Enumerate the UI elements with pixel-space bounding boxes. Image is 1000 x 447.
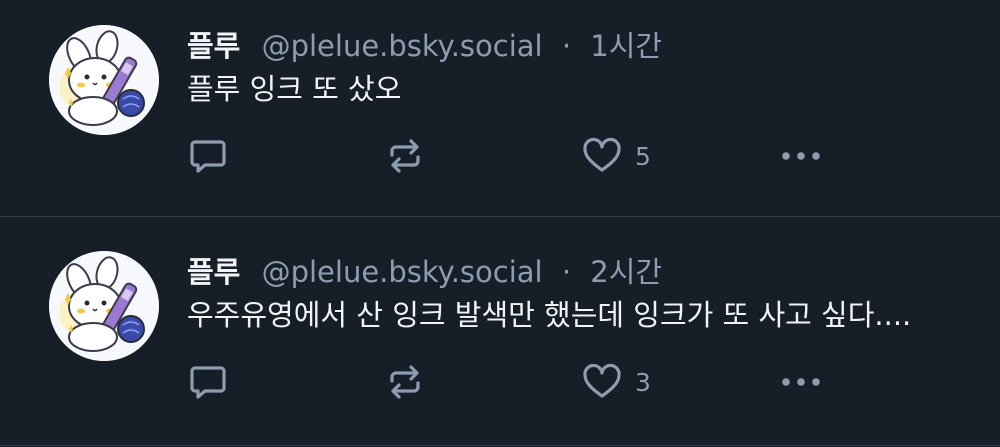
ellipsis-icon — [782, 152, 820, 160]
heart-outline-icon — [583, 137, 621, 172]
more-options-button[interactable] — [777, 133, 825, 179]
reply-button[interactable] — [187, 133, 229, 179]
bunny-avatar-icon — [49, 251, 159, 361]
separator: · — [561, 29, 572, 63]
ellipsis-icon — [782, 378, 820, 386]
avatar[interactable] — [49, 25, 159, 135]
post-actions: 3 — [187, 359, 847, 405]
repost-button[interactable] — [384, 133, 426, 179]
repost-button[interactable] — [384, 359, 426, 405]
like-button[interactable]: 5 — [581, 133, 651, 179]
timestamp[interactable]: 2시간 — [590, 255, 662, 289]
speech-bubble-icon — [190, 140, 226, 173]
like-count: 3 — [635, 367, 651, 397]
post-header: 플루 @plelue.bsky.social · 2시간 — [187, 252, 662, 292]
speech-bubble-icon — [190, 366, 226, 399]
heart-outline-icon — [583, 363, 621, 398]
post[interactable]: 플루 @plelue.bsky.social · 2시간 우주유영에서 산 잉크… — [0, 226, 1000, 442]
avatar[interactable] — [49, 251, 159, 361]
feed: 플루 @plelue.bsky.social · 1시간 플루 잉크 또 샀오 — [0, 0, 1000, 447]
reply-button[interactable] — [187, 359, 229, 405]
post-actions: 5 — [187, 133, 847, 179]
like-button[interactable]: 3 — [581, 359, 651, 405]
post-text: 우주유영에서 산 잉크 발색만 했는데 잉크가 또 사고 싶다.... — [187, 298, 912, 332]
display-name[interactable]: 플루 — [187, 255, 240, 289]
handle[interactable]: @plelue.bsky.social — [262, 255, 543, 289]
post-divider — [0, 216, 1000, 217]
more-options-button[interactable] — [777, 359, 825, 405]
timestamp[interactable]: 1시간 — [590, 29, 662, 63]
separator: · — [561, 255, 572, 289]
post-header: 플루 @plelue.bsky.social · 1시간 — [187, 26, 662, 66]
like-count: 5 — [635, 141, 651, 171]
handle[interactable]: @plelue.bsky.social — [262, 29, 543, 63]
bunny-avatar-icon — [49, 25, 159, 135]
repost-arrows-icon — [390, 139, 420, 173]
post-divider — [0, 445, 1000, 446]
post-text: 플루 잉크 또 샀오 — [187, 72, 402, 106]
post[interactable]: 플루 @plelue.bsky.social · 1시간 플루 잉크 또 샀오 — [0, 0, 1000, 216]
display-name[interactable]: 플루 — [187, 29, 240, 63]
repost-arrows-icon — [390, 365, 420, 399]
